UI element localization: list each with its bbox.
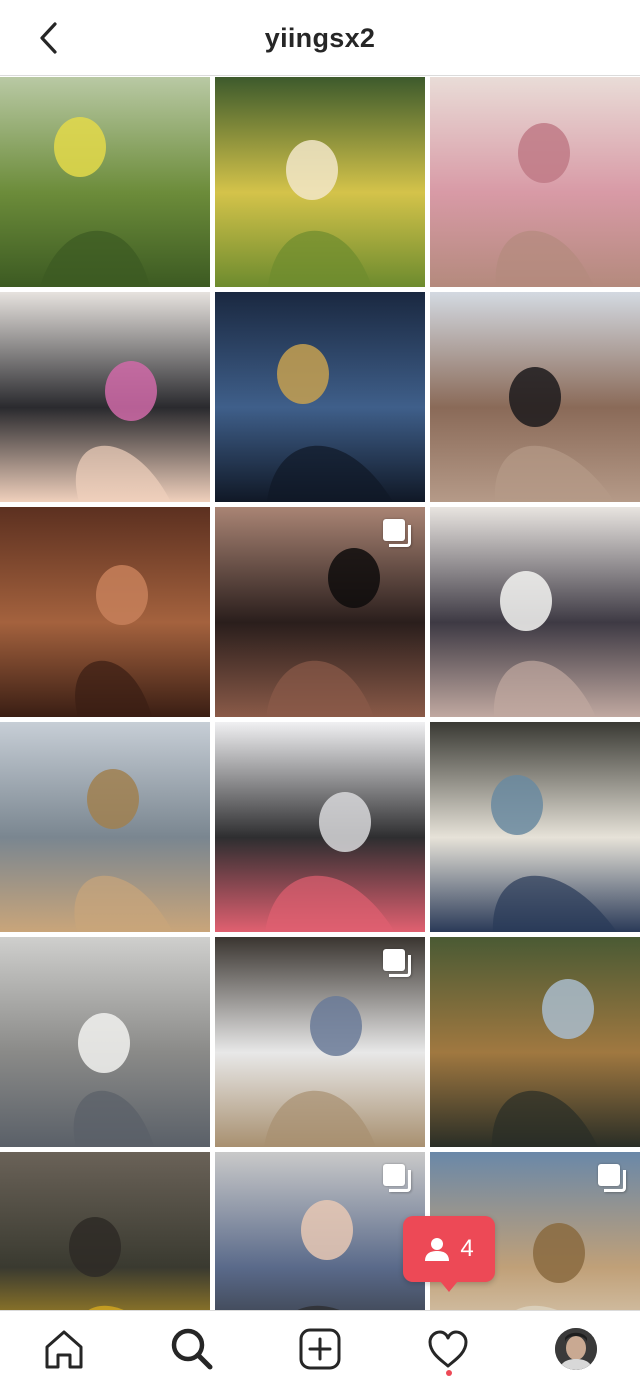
post-image xyxy=(0,77,210,287)
tab-search[interactable] xyxy=(142,1311,242,1387)
post-image xyxy=(430,722,640,932)
plus-square-icon xyxy=(299,1328,341,1370)
multiple-photos-icon xyxy=(383,949,413,979)
post-image xyxy=(215,292,425,502)
post-image xyxy=(430,937,640,1147)
post-image xyxy=(430,292,640,502)
post-image xyxy=(0,507,210,717)
back-button[interactable] xyxy=(26,16,70,60)
post-thumbnail[interactable] xyxy=(215,292,425,502)
post-thumbnail[interactable] xyxy=(215,937,425,1147)
multiple-photos-icon xyxy=(598,1164,628,1194)
post-thumbnail[interactable] xyxy=(430,937,640,1147)
tab-home[interactable] xyxy=(14,1311,114,1387)
activity-notification-dot xyxy=(446,1370,452,1376)
post-thumbnail[interactable] xyxy=(0,507,210,717)
heart-icon xyxy=(428,1330,468,1368)
post-image xyxy=(215,77,425,287)
post-thumbnail[interactable] xyxy=(215,77,425,287)
search-icon xyxy=(171,1328,213,1370)
person-icon xyxy=(425,1238,450,1261)
post-thumbnail[interactable] xyxy=(0,292,210,502)
post-image xyxy=(430,77,640,287)
post-image xyxy=(0,722,210,932)
avatar xyxy=(555,1328,597,1370)
page-title: yiingsx2 xyxy=(264,23,376,53)
post-image xyxy=(0,937,210,1147)
post-thumbnail[interactable] xyxy=(430,77,640,287)
post-thumbnail[interactable] xyxy=(0,937,210,1147)
post-thumbnail[interactable] xyxy=(430,507,640,717)
post-image xyxy=(0,1152,210,1311)
chevron-left-icon xyxy=(40,22,57,54)
post-thumbnail[interactable] xyxy=(215,507,425,717)
multiple-photos-icon xyxy=(383,1164,413,1194)
post-thumbnail[interactable] xyxy=(215,1152,425,1311)
bottom-tab-bar xyxy=(0,1310,640,1386)
tab-profile[interactable] xyxy=(526,1311,626,1387)
post-thumbnail[interactable] xyxy=(215,722,425,932)
top-bar: yiingsx2 xyxy=(0,0,640,76)
explore-post-grid xyxy=(0,77,640,1311)
post-thumbnail[interactable] xyxy=(430,722,640,932)
post-thumbnail[interactable] xyxy=(430,292,640,502)
post-thumbnail[interactable] xyxy=(0,1152,210,1311)
post-thumbnail[interactable] xyxy=(0,77,210,287)
post-image xyxy=(215,722,425,932)
post-thumbnail[interactable] xyxy=(0,722,210,932)
post-image xyxy=(430,507,640,717)
tab-new-post[interactable] xyxy=(270,1311,370,1387)
home-icon xyxy=(45,1330,83,1369)
post-image xyxy=(0,292,210,502)
activity-count: 4 xyxy=(460,1235,474,1262)
activity-notification-badge[interactable]: 4 xyxy=(403,1216,495,1292)
multiple-photos-icon xyxy=(383,519,413,549)
